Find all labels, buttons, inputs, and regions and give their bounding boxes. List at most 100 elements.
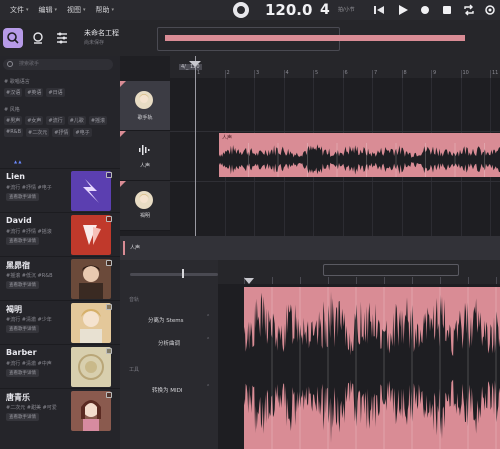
ruler-tick [490, 70, 491, 78]
tag-anime[interactable]: #二次元 [26, 128, 50, 137]
chevron-icon: ⌃ [206, 337, 211, 343]
track-header-vocal[interactable]: 人声 [120, 131, 170, 181]
playhead-handle[interactable] [189, 61, 201, 67]
artist-avatar [71, 215, 111, 255]
playhead[interactable] [195, 56, 196, 236]
skip-back-icon[interactable] [372, 3, 386, 17]
project-title[interactable]: 未命名工程 [84, 28, 119, 38]
track-color-marker [120, 181, 126, 187]
sample-clip[interactable] [244, 287, 500, 449]
tag-female[interactable]: #女声 [25, 116, 44, 125]
audio-waveform-icon [138, 144, 152, 158]
bar-number: 4 [285, 70, 289, 76]
convert-midi-button[interactable]: 转换为 MIDI [152, 386, 182, 394]
settings-icon[interactable] [483, 3, 497, 17]
artist-card[interactable]: 黑昴宿 #摇滚 #低沉 #R&B 查看歌手详情 [0, 256, 120, 300]
sample-ruler[interactable] [218, 260, 500, 284]
artist-tags: #二次元 #甜美 #可爱 [6, 405, 57, 411]
tag-chinese[interactable]: #汉语 [4, 88, 23, 97]
artist-select-checkbox[interactable] [106, 392, 112, 398]
play-icon[interactable] [396, 3, 410, 17]
bar-number: 8 [403, 70, 407, 76]
meter-display[interactable]: 4 [320, 0, 330, 20]
timeline-ruler[interactable]: 4/_ 120 1 2 3 4 5 6 7 8 9 10 11 [170, 56, 500, 78]
stop-icon[interactable] [440, 3, 454, 17]
search-tool-button[interactable] [3, 28, 23, 48]
tag-rock[interactable]: #摇滚 [88, 116, 108, 125]
audio-clip[interactable]: 人声 [219, 133, 500, 177]
record-tool-icon[interactable] [28, 28, 48, 48]
ruler-tick [313, 70, 314, 78]
track-header-singer-2[interactable]: 褐明 [120, 181, 170, 231]
artist-card[interactable]: Lien #流行 #抒情 #电子 查看歌手详情 [0, 168, 120, 212]
zoom-slider-knob[interactable] [182, 269, 184, 278]
menu-view[interactable]: 视图 ▾ [67, 5, 86, 15]
split-stems-button[interactable]: 分离为 Stems [148, 316, 184, 324]
tag-lyrical[interactable]: #抒情 [52, 128, 71, 137]
meter-unit-label: 拍/小节 [338, 7, 355, 13]
record-icon[interactable] [418, 3, 432, 17]
sample-playhead-handle[interactable] [244, 278, 254, 284]
menu-file[interactable]: 文件 ▾ [10, 5, 29, 15]
search-input[interactable]: 搜索歌手 [3, 59, 113, 70]
sample-waveform [244, 287, 500, 449]
artist-detail-button[interactable]: 查看歌手详情 [6, 237, 39, 245]
artist-select-checkbox[interactable] [106, 172, 112, 178]
metronome-icon[interactable] [233, 2, 249, 18]
menu-help[interactable]: 帮助 ▾ [96, 5, 115, 15]
sample-editor[interactable] [218, 260, 500, 449]
track-color-marker [120, 81, 126, 87]
artist-name: Lien [6, 172, 25, 181]
artist-name: 唐青乐 [6, 393, 30, 402]
artist-avatar [71, 259, 111, 299]
artist-detail-button[interactable]: 查看歌手详情 [6, 413, 39, 421]
artist-card[interactable]: 唐青乐 #二次元 #甜美 #可爱 查看歌手详情 [0, 388, 120, 432]
artist-select-checkbox[interactable] [106, 348, 112, 354]
artist-name: 褐明 [6, 305, 22, 314]
analyze-pitch-button[interactable]: 分析曲调 [158, 339, 180, 347]
mixer-icon[interactable] [52, 28, 72, 48]
tag-male[interactable]: #男声 [4, 116, 23, 125]
singer-avatar [135, 91, 153, 109]
collapse-handle[interactable]: ▲ ▲ [0, 159, 120, 165]
ruler-tick [272, 277, 273, 284]
artist-detail-button[interactable]: 查看歌手详情 [6, 369, 39, 377]
artist-avatar [71, 391, 111, 431]
artist-select-checkbox[interactable] [106, 260, 112, 266]
menu-edit[interactable]: 编辑 ▾ [39, 5, 58, 15]
ruler-tick [401, 70, 403, 78]
artist-card[interactable]: Barber #流行 #清澈 #中声 查看歌手详情 [0, 344, 120, 388]
tag-kids[interactable]: #儿歌 [67, 116, 86, 125]
artist-tags: #流行 #抒情 #摇滚 [6, 229, 52, 235]
track-header-singer[interactable]: 歌手轨 [120, 81, 170, 131]
bar-number: 3 [256, 70, 260, 76]
language-tags: #汉语 #英语 #日语 [4, 88, 116, 97]
loop-icon[interactable] [462, 3, 476, 17]
artist-select-checkbox[interactable] [106, 304, 112, 310]
lane-separator [170, 181, 500, 182]
ruler-tick [468, 277, 469, 284]
tag-japanese[interactable]: #日语 [46, 88, 65, 97]
sample-range-selector[interactable] [323, 264, 459, 276]
artist-tags: #流行 #清澈 #中声 [6, 361, 52, 367]
arrangement-timeline[interactable]: 4/_ 120 1 2 3 4 5 6 7 8 9 10 11 人声 [170, 56, 500, 236]
ruler-tick [254, 70, 255, 78]
overview-clip [165, 35, 465, 41]
tag-english[interactable]: #英语 [25, 88, 44, 97]
ruler-tick [283, 70, 285, 78]
audio-editor-panel: 人声 音轨 分离为 Stems ⌃ 分析曲调 ⌃ 工具 转换为 MIDI ⌃ [120, 236, 500, 449]
artist-card[interactable]: 褐明 #流行 #清澈 #少年 查看歌手详情 [0, 300, 120, 344]
tag-pop[interactable]: #流行 [46, 116, 65, 125]
bar-number: 1 [197, 70, 201, 76]
artist-card[interactable]: David #流行 #抒情 #摇滚 查看歌手详情 [0, 212, 120, 256]
zoom-slider[interactable] [130, 273, 218, 276]
artist-detail-button[interactable]: 查看歌手详情 [6, 325, 39, 333]
tag-electronic[interactable]: #电子 [73, 128, 92, 137]
tag-rnb[interactable]: #R&B [4, 128, 23, 137]
artist-detail-button[interactable]: 查看歌手详情 [6, 281, 39, 289]
language-section-title: # 歌唱语言 [4, 79, 30, 85]
artist-detail-button[interactable]: 查看歌手详情 [6, 193, 39, 201]
tempo-display[interactable]: 120.0 [265, 0, 312, 20]
bar-number: 6 [344, 70, 348, 76]
artist-select-checkbox[interactable] [106, 216, 112, 222]
